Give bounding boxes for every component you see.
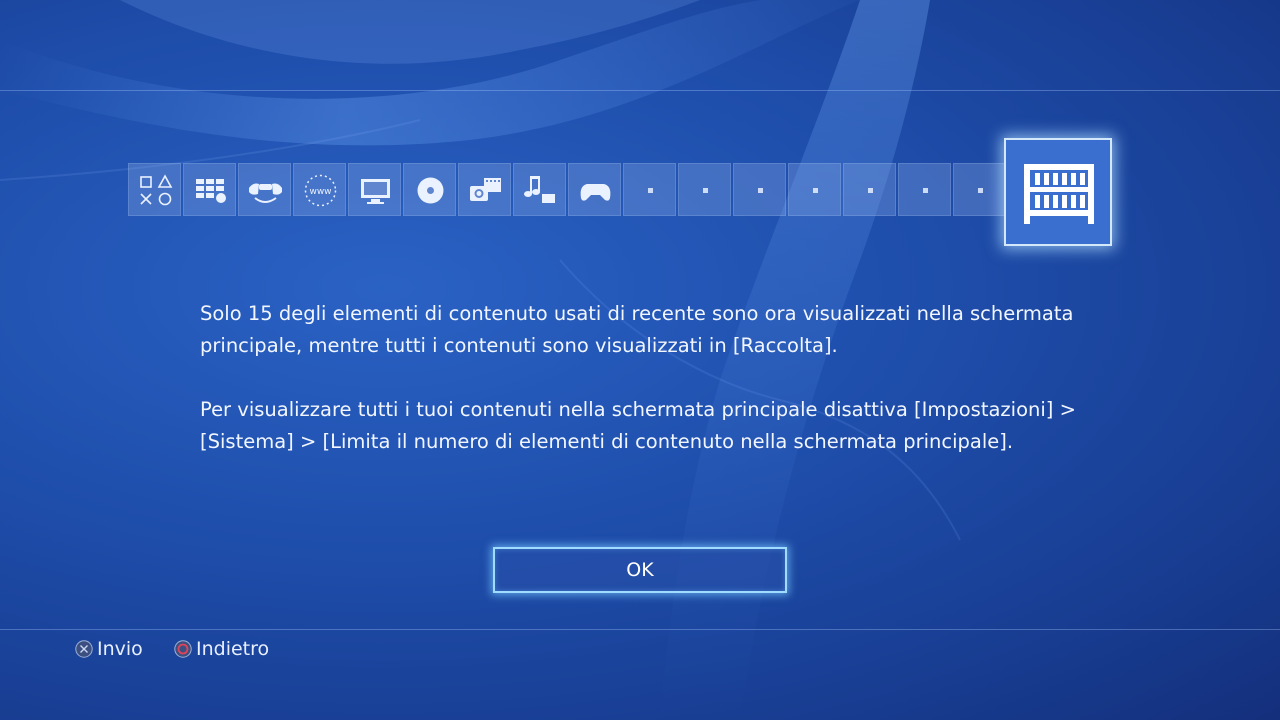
internet-browser-icon[interactable]: www [293, 163, 346, 216]
back-hint[interactable]: Indietro [174, 637, 269, 661]
library-tile[interactable] [1004, 138, 1112, 246]
empty-slot[interactable] [953, 163, 1006, 216]
ps4-screen: www Solo 15 degli elementi di contenuto … [0, 0, 1280, 720]
cross-button-icon [75, 640, 93, 658]
library-icon [1024, 164, 1094, 224]
music-unlimited-icon[interactable] [513, 163, 566, 216]
empty-slot[interactable] [898, 163, 951, 216]
info-message: Solo 15 degli elementi di contenuto usat… [200, 298, 1100, 490]
capture-gallery-icon[interactable] [458, 163, 511, 216]
party-icon[interactable] [238, 163, 291, 216]
ok-button[interactable]: OK [493, 547, 787, 593]
ps-store-icon[interactable] [128, 163, 181, 216]
tv-video-apps-icon[interactable] [183, 163, 236, 216]
empty-slot[interactable] [843, 163, 896, 216]
empty-slot[interactable] [733, 163, 786, 216]
empty-slot[interactable] [623, 163, 676, 216]
message-paragraph-2: Per visualizzare tutti i tuoi contenuti … [200, 398, 1076, 453]
game-controller-icon[interactable] [568, 163, 621, 216]
disc-icon[interactable] [403, 163, 456, 216]
tv-icon[interactable] [348, 163, 401, 216]
message-paragraph-1: Solo 15 degli elementi di contenuto usat… [200, 302, 1074, 357]
empty-slot[interactable] [678, 163, 731, 216]
enter-hint-label: Invio [97, 638, 143, 660]
back-hint-label: Indietro [196, 638, 270, 660]
enter-hint[interactable]: Invio [75, 637, 143, 661]
top-divider [0, 90, 1280, 91]
circle-button-icon [174, 640, 192, 658]
svg-text:www: www [309, 187, 331, 197]
bottom-divider [0, 629, 1280, 630]
empty-slot[interactable] [788, 163, 841, 216]
